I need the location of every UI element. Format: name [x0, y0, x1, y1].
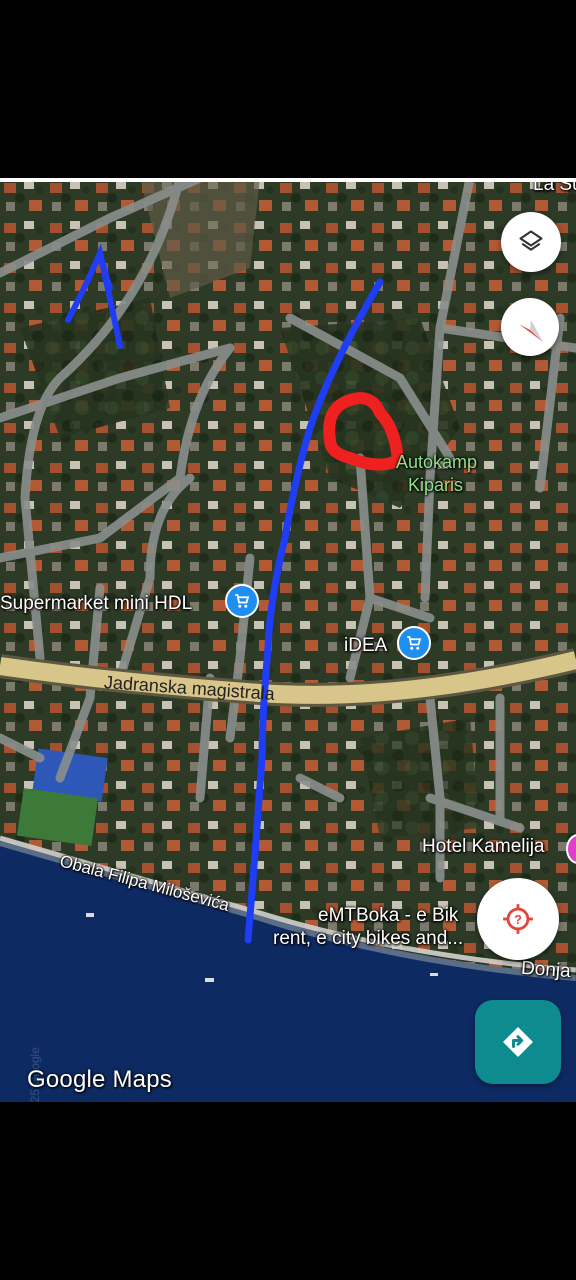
directions-icon [503, 1027, 533, 1057]
label-hotel-kamelija[interactable]: Hotel Kamelija [422, 836, 545, 858]
label-emtboka-line2[interactable]: rent, e city bikes and... [273, 928, 463, 950]
top-strip [0, 178, 576, 182]
idea-poi[interactable] [397, 626, 431, 660]
label-autokamp[interactable]: Autokamp [396, 452, 477, 473]
label-kiparis[interactable]: Kiparis [408, 475, 463, 496]
my-location-button[interactable]: ? [477, 878, 559, 960]
compass-icon [519, 320, 543, 342]
layers-icon [519, 230, 543, 251]
map-view[interactable]: La Su Autokamp Kiparis Supermarket mini … [0, 178, 576, 1102]
label-supermarket[interactable]: Supermarket mini HDL [0, 593, 192, 615]
my-location-icon: ? [503, 904, 533, 934]
label-donja: Donja L [520, 957, 576, 984]
svg-text:?: ? [514, 912, 522, 927]
satellite-map [0, 178, 576, 1102]
google-maps-logo: Google Maps [27, 1066, 172, 1093]
supermarket-poi[interactable] [225, 584, 259, 618]
label-emtboka[interactable]: eMTBoka - e Bik [318, 905, 458, 927]
shopping-cart-icon [407, 636, 422, 650]
compass-button[interactable] [501, 298, 559, 356]
layers-button[interactable] [501, 212, 561, 272]
shopping-cart-icon [235, 594, 250, 608]
label-idea[interactable]: iDEA [344, 635, 387, 657]
directions-button[interactable] [475, 1000, 561, 1084]
